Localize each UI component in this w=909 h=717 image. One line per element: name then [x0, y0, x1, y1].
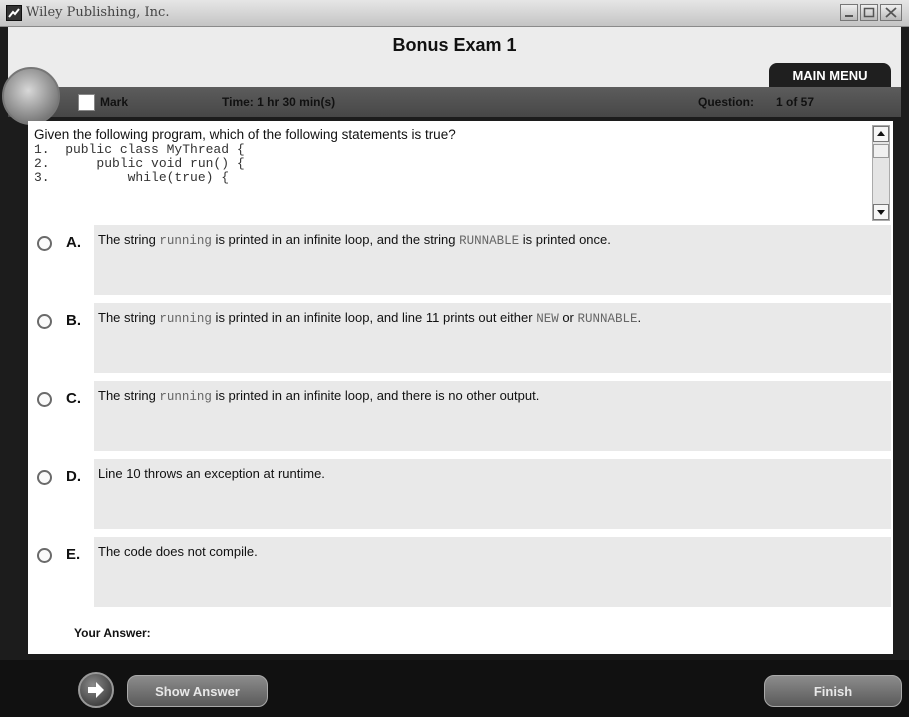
choice-box[interactable]: The code does not compile. — [94, 537, 891, 607]
choice-box[interactable]: Line 10 throws an exception at runtime. — [94, 459, 891, 529]
question-box: Given the following program, which of th… — [34, 127, 864, 217]
choice-c[interactable]: C. The string running is printed in an i… — [28, 381, 893, 451]
question-text: Given the following program, which of th… — [34, 127, 456, 142]
question-label: Question: — [698, 95, 754, 109]
choice-text-part: The string — [98, 310, 160, 325]
question-scrollbar[interactable] — [872, 125, 890, 221]
your-answer-label: Your Answer: — [74, 626, 151, 640]
choice-box[interactable]: The string running is printed in an infi… — [94, 225, 891, 295]
choice-text-part: is printed in an infinite loop, and line… — [211, 310, 537, 325]
main-menu-button[interactable]: MAIN MENU — [769, 63, 891, 87]
choice-letter: E. — [66, 546, 81, 563]
code-term: running — [159, 390, 212, 404]
scroll-thumb[interactable] — [873, 144, 889, 158]
choice-text: The string running is printed in an infi… — [98, 388, 539, 404]
mark-checkbox[interactable] — [78, 94, 95, 111]
minimize-icon — [841, 5, 857, 20]
code-line: 2. public void run() { — [34, 156, 245, 171]
choice-b[interactable]: B. The string running is printed in an i… — [28, 303, 893, 373]
choice-text-part: The code does not compile. — [98, 544, 258, 559]
app-logo-icon — [6, 5, 22, 21]
choice-a[interactable]: A. The string running is printed in an i… — [28, 225, 893, 295]
choice-box[interactable]: The string running is printed in an infi… — [94, 303, 891, 373]
radio-button[interactable] — [37, 236, 52, 251]
radio-button[interactable] — [37, 470, 52, 485]
choice-letter: C. — [66, 390, 81, 407]
choice-text: The code does not compile. — [98, 544, 258, 559]
code-term: running — [159, 234, 212, 248]
choice-text-part: or — [558, 310, 578, 325]
mark-label: Mark — [100, 95, 129, 109]
code-line: 3. while(true) { — [34, 170, 230, 185]
code-term: RUNNABLE — [459, 234, 520, 248]
close-button[interactable] — [880, 4, 902, 21]
code-term: running — [159, 312, 212, 326]
choice-letter: D. — [66, 468, 81, 485]
question-count: 1 of 57 — [776, 95, 815, 109]
minimize-button[interactable] — [840, 4, 858, 21]
choice-text: The string running is printed in an infi… — [98, 232, 611, 248]
choice-letter: A. — [66, 234, 81, 251]
choice-e[interactable]: E. The code does not compile. — [28, 537, 893, 607]
exam-title: Bonus Exam 1 — [392, 35, 517, 55]
choice-text-part: is printed once. — [519, 232, 611, 247]
radio-button[interactable] — [37, 392, 52, 407]
choice-text-part: The string — [98, 232, 160, 247]
show-answer-button[interactable]: Show Answer — [127, 675, 268, 707]
choice-text-part: is printed in an infinite loop, and the … — [211, 232, 460, 247]
time-remaining: Time: 1 hr 30 min(s) — [222, 95, 336, 109]
choice-text-part: is printed in an infinite loop, and ther… — [211, 388, 540, 403]
choice-box[interactable]: The string running is printed in an infi… — [94, 381, 891, 451]
choice-text: Line 10 throws an exception at runtime. — [98, 466, 325, 481]
code-term: NEW — [536, 312, 559, 326]
status-bar — [8, 87, 901, 117]
choice-text: The string running is printed in an infi… — [98, 310, 641, 326]
triangle-down-icon — [874, 206, 888, 223]
radio-button[interactable] — [37, 314, 52, 329]
triangle-up-icon — [874, 128, 888, 145]
radio-button[interactable] — [37, 548, 52, 563]
maximize-button[interactable] — [860, 4, 878, 21]
window-title: Wiley Publishing, Inc. — [26, 5, 170, 20]
title-bar: Wiley Publishing, Inc. — [0, 0, 909, 27]
exam-window: Wiley Publishing, Inc. Bonus Exam 1 MAIN… — [0, 0, 909, 717]
question-panel: Given the following program, which of th… — [28, 121, 893, 654]
scroll-up-button[interactable] — [873, 126, 889, 142]
choice-text-part: . — [637, 310, 642, 325]
code-line: 1. public class MyThread { — [34, 142, 245, 157]
code-term: RUNNABLE — [577, 312, 638, 326]
finish-button[interactable]: Finish — [764, 675, 902, 707]
close-icon — [881, 5, 901, 20]
choice-text-part: The string — [98, 388, 160, 403]
choice-d[interactable]: D. Line 10 throws an exception at runtim… — [28, 459, 893, 529]
scroll-down-button[interactable] — [873, 204, 889, 220]
exam-header: Bonus Exam 1 MAIN MENU — [8, 27, 901, 87]
maximize-icon — [861, 5, 877, 20]
lighthouse-logo-icon — [2, 67, 60, 125]
choice-letter: B. — [66, 312, 81, 329]
choice-text-part: Line 10 throws an exception at runtime. — [98, 466, 325, 481]
arrow-right-icon — [80, 682, 112, 710]
next-arrow-button[interactable] — [78, 672, 114, 708]
